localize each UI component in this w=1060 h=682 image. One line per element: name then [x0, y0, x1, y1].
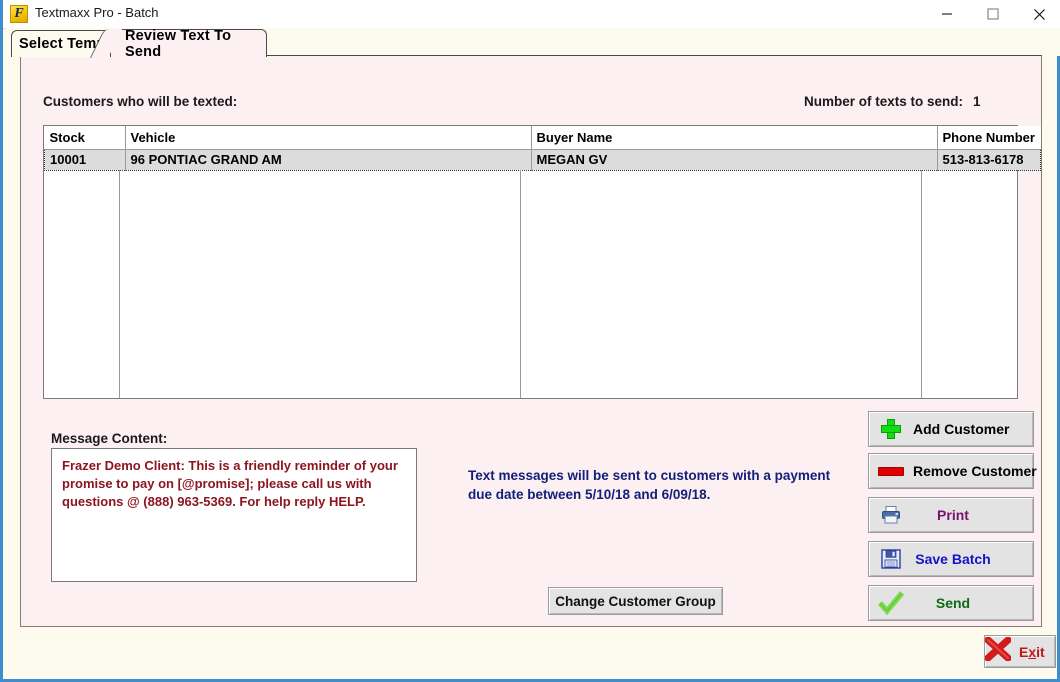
- remove-customer-label: Remove Customer: [913, 463, 1037, 479]
- print-label: Print: [937, 507, 969, 523]
- column-header-stock[interactable]: Stock: [44, 126, 126, 150]
- exit-label-prefix: E: [1019, 643, 1029, 660]
- message-content-label: Message Content:: [51, 431, 168, 446]
- texts-to-send-label: Number of texts to send:: [804, 94, 964, 109]
- exit-button[interactable]: Exit: [984, 635, 1056, 668]
- minimize-button[interactable]: [924, 0, 970, 28]
- red-x-icon: [984, 636, 1019, 666]
- tab-strip: Select Template Review Text To Send: [6, 27, 1060, 60]
- exit-label-suffix: it: [1036, 643, 1045, 660]
- message-content-textarea[interactable]: Frazer Demo Client: This is a friendly r…: [51, 448, 417, 582]
- column-header-vehicle[interactable]: Vehicle: [125, 126, 532, 150]
- save-batch-label: Save Batch: [915, 551, 991, 567]
- grid-column-divider: [520, 170, 521, 398]
- application-window: F Textmaxx Pro - Batch Select Template R…: [0, 0, 1060, 682]
- app-icon-letter: F: [14, 6, 24, 21]
- customers-table: Stock Vehicle Buyer Name Phone Number 10…: [44, 126, 1041, 171]
- floppy-disk-icon: [869, 549, 913, 569]
- green-check-icon: [869, 591, 913, 615]
- close-button[interactable]: [1016, 0, 1060, 28]
- cell-phone-number: 513-813-6178: [937, 149, 1041, 171]
- texts-to-send-value: 1: [973, 94, 981, 109]
- tab-review-text-to-send-label: Review Text To Send: [125, 27, 232, 60]
- add-customer-label: Add Customer: [913, 421, 1010, 437]
- exit-label-accel: x: [1028, 643, 1037, 660]
- red-minus-icon: [869, 466, 913, 476]
- maximize-button[interactable]: [970, 0, 1016, 28]
- title-bar: F Textmaxx Pro - Batch: [3, 0, 1060, 29]
- green-plus-icon: [869, 419, 913, 439]
- date-range-info-text: Text messages will be sent to customers …: [468, 468, 831, 502]
- grid-column-divider: [921, 170, 922, 398]
- content-panel: Customers who will be texted: Number of …: [20, 55, 1042, 627]
- send-label: Send: [935, 595, 971, 611]
- customers-grid[interactable]: Stock Vehicle Buyer Name Phone Number 10…: [43, 125, 1041, 399]
- column-header-buyer-name[interactable]: Buyer Name: [531, 126, 938, 150]
- maximize-icon: [987, 8, 999, 20]
- send-button[interactable]: Send: [868, 585, 1034, 621]
- grid-column-divider: [119, 170, 120, 398]
- table-row[interactable]: 10001 96 PONTIAC GRAND AM MEGAN GV 513-8…: [44, 149, 1041, 171]
- table-header-row: Stock Vehicle Buyer Name Phone Number: [44, 126, 1041, 150]
- cell-buyer-name: MEGAN GV: [531, 149, 938, 171]
- change-customer-group-button[interactable]: Change Customer Group: [548, 587, 723, 615]
- column-header-phone-number[interactable]: Phone Number: [937, 126, 1041, 150]
- grid-empty-area: [44, 170, 1017, 398]
- close-icon: [1033, 8, 1045, 20]
- cell-vehicle: 96 PONTIAC GRAND AM: [125, 149, 532, 171]
- exit-label: Exit: [1019, 644, 1045, 660]
- printer-icon: [869, 505, 913, 525]
- save-batch-button[interactable]: Save Batch: [868, 541, 1034, 577]
- add-customer-button[interactable]: Add Customer: [868, 411, 1034, 447]
- print-button[interactable]: Print: [868, 497, 1034, 533]
- cell-stock: 10001: [44, 149, 126, 171]
- remove-customer-button[interactable]: Remove Customer: [868, 453, 1037, 489]
- tab-review-text-to-send[interactable]: Review Text To Send: [110, 27, 267, 60]
- minimize-icon: [942, 13, 952, 15]
- window-title: Textmaxx Pro - Batch: [35, 5, 159, 20]
- customers-label: Customers who will be texted:: [43, 94, 238, 109]
- frazer-app-icon: F: [10, 5, 28, 23]
